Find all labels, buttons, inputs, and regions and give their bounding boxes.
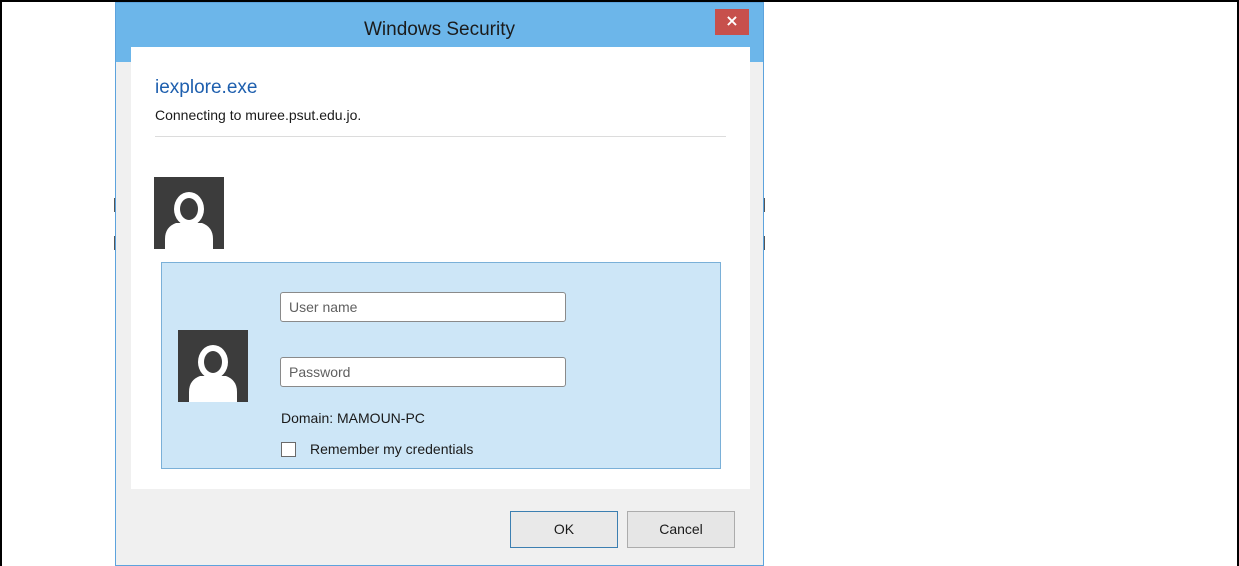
close-button[interactable]: × — [715, 9, 749, 35]
ok-button[interactable]: OK — [510, 511, 618, 548]
user-avatar-icon — [154, 177, 224, 249]
cancel-button[interactable]: Cancel — [627, 511, 735, 548]
dialog-content: iexplore.exe Connecting to muree.psut.ed… — [131, 47, 750, 489]
username-input[interactable] — [280, 292, 566, 322]
close-icon: × — [725, 11, 739, 30]
remember-checkbox[interactable] — [281, 441, 296, 457]
password-input[interactable] — [280, 357, 566, 387]
app-name: iexplore.exe — [155, 77, 258, 98]
windows-security-dialog: Windows Security × iexplore.exe Connecti… — [115, 2, 764, 566]
connecting-text: Connecting to muree.psut.edu.jo. — [155, 107, 362, 123]
document-frame-left — [0, 0, 2, 566]
domain-label: Domain: MAMOUN-PC — [281, 410, 425, 426]
separator — [155, 136, 726, 137]
credential-tile[interactable]: Domain: MAMOUN-PC Remember my credential… — [161, 262, 721, 469]
dialog-title: Windows Security — [364, 19, 515, 40]
user-avatar-icon — [178, 330, 248, 402]
remember-label[interactable]: Remember my credentials — [310, 441, 473, 457]
remember-credentials[interactable]: Remember my credentials — [281, 440, 473, 458]
